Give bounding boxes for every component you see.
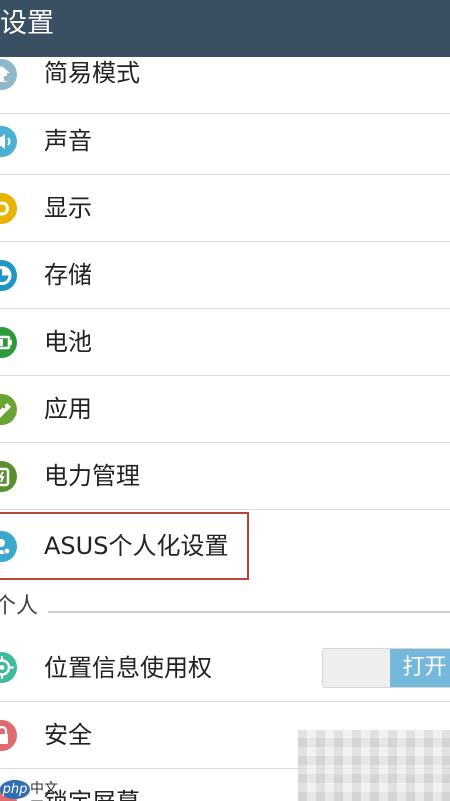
settings-item-display[interactable]: 显示 (0, 175, 450, 242)
storage-icon (0, 260, 17, 291)
personalization-icon (0, 531, 17, 562)
settings-item-label: 电池 (44, 328, 92, 356)
settings-item-label: 存储 (44, 261, 92, 289)
watermark-text: 中文网 (30, 781, 58, 801)
settings-item-battery[interactable]: 电池 (0, 309, 450, 376)
settings-item-storage[interactable]: 存储 (0, 242, 450, 309)
settings-item-sound[interactable]: 声音 (0, 108, 450, 175)
settings-item-label: 位置信息使用权 (44, 654, 212, 682)
power-management-icon (0, 461, 17, 492)
settings-item-easy-mode[interactable]: 简易模式 (0, 40, 450, 114)
pixelated-region (298, 730, 450, 801)
location-icon (0, 652, 17, 683)
home-icon (0, 59, 17, 90)
speaker-icon (0, 126, 17, 157)
settings-item-label: 声音 (44, 127, 92, 155)
settings-item-label: ASUS个人化设置 (44, 532, 229, 560)
location-toggle[interactable]: 打开 (322, 648, 450, 688)
settings-item-label: 电力管理 (44, 462, 140, 490)
settings-item-power-management[interactable]: 电力管理 (0, 443, 450, 510)
section-header-personal: 个人 (0, 580, 450, 632)
battery-icon (0, 327, 17, 358)
settings-item-apps[interactable]: 应用 (0, 376, 450, 443)
settings-item-label: 简易模式 (44, 59, 140, 87)
site-watermark: php 中文网 (0, 780, 70, 801)
section-label: 个人 (0, 594, 39, 619)
lock-icon (0, 720, 17, 751)
toggle-on-label: 打开 (390, 649, 450, 687)
settings-item-label: 安全 (44, 721, 92, 749)
section-divider (48, 611, 450, 613)
settings-item-asus-personalization[interactable]: ASUS个人化设置 (0, 513, 450, 580)
android-icon (0, 394, 17, 425)
settings-item-label: 应用 (44, 395, 92, 423)
brightness-icon (0, 193, 17, 224)
watermark-badge: php (0, 780, 30, 799)
settings-item-label: 显示 (44, 194, 92, 222)
settings-screen: 设置 简易模式 声音 显示 存储 电池 应用 电力管理 ASUS个人化设置 个人… (0, 0, 450, 801)
